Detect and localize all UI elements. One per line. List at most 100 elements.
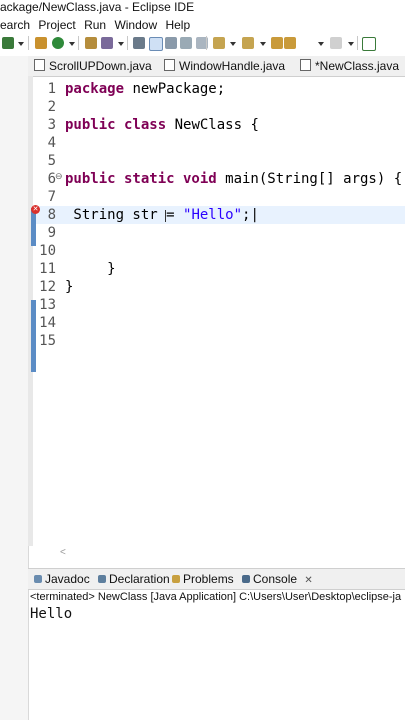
javadoc-icon (34, 575, 42, 583)
code-token: public static void (65, 171, 217, 187)
editor-tab-bar: ScrollUPDown.java WindowHandle.java *New… (28, 56, 405, 77)
line-number: 5 (47, 153, 56, 169)
code-line[interactable]: 7 (28, 188, 405, 206)
tab-problems[interactable]: Problems (172, 569, 234, 589)
search-icon[interactable] (133, 37, 145, 49)
code-line[interactable]: 2 (28, 98, 405, 116)
last-edit-icon[interactable] (271, 37, 283, 49)
window-title: ackage/NewClass.java - Eclipse IDE (0, 0, 195, 14)
menu-bar: earch Project Run Window Help (0, 18, 195, 34)
code-line[interactable]: 15 (28, 332, 405, 350)
menu-search[interactable]: earch (0, 18, 30, 32)
chevron-down-icon[interactable] (118, 42, 124, 46)
mouse-ibeam-cursor (165, 210, 166, 222)
line-number: 12 (39, 279, 56, 295)
line-number: 1 (47, 81, 56, 97)
code-token: } (65, 261, 116, 277)
chevron-down-icon[interactable] (348, 42, 354, 46)
toolbar-separator (78, 36, 79, 50)
tab-javadoc[interactable]: Javadoc (34, 569, 90, 589)
toolbar (0, 34, 405, 54)
line-code: } (65, 278, 73, 296)
line-number: 10 (39, 243, 56, 259)
console-icon (242, 575, 250, 583)
code-editor[interactable]: 1 package newPackage; 2 3 public class NewCl… (28, 76, 405, 546)
chevron-down-icon[interactable] (318, 42, 324, 46)
change-marker (31, 300, 36, 372)
line-number: 15 (39, 333, 56, 349)
toggle-block-icon[interactable] (165, 37, 177, 49)
line-number: 13 (39, 297, 56, 313)
code-line[interactable]: 12} (28, 278, 405, 296)
problems-icon (172, 575, 180, 583)
tab-console[interactable]: Console ✕ (242, 569, 313, 589)
toolbar-separator (28, 36, 29, 50)
code-token: ;| (242, 207, 259, 223)
java-file-icon (300, 59, 311, 71)
code-token: main(String[] args) { (216, 171, 403, 187)
toolbar-separator (206, 36, 207, 50)
line-code: public static void main(String[] args) { (65, 170, 402, 188)
code-line[interactable]: 14 (28, 314, 405, 332)
chevron-down-icon[interactable] (18, 42, 24, 46)
line-code: String str = "Hello";| (65, 206, 259, 224)
code-line[interactable]: 11 } (28, 260, 405, 278)
back-icon[interactable] (284, 37, 296, 49)
code-line[interactable]: 4 (28, 134, 405, 152)
tab-newclass[interactable]: *NewClass.java ✕ (300, 56, 405, 76)
code-line[interactable]: 3 public class NewClass { (28, 116, 405, 134)
line-number: 3 (47, 117, 56, 133)
code-token: NewClass { (166, 117, 259, 133)
next-annotation-icon[interactable] (213, 37, 225, 49)
toolbar-separator (357, 36, 358, 50)
code-token: newPackage; (124, 81, 226, 97)
previous-annotation-icon[interactable] (242, 37, 254, 49)
console-output[interactable]: Hello (30, 606, 72, 622)
tab-windowhandle[interactable]: WindowHandle.java (164, 56, 285, 76)
java-file-icon (164, 59, 175, 71)
chevron-down-icon[interactable] (260, 42, 266, 46)
code-line[interactable]: 1 package newPackage; (28, 80, 405, 98)
code-line[interactable]: 6 public static void main(String[] args) … (28, 170, 405, 188)
line-number: 2 (47, 99, 56, 115)
open-perspective-icon[interactable] (362, 37, 376, 51)
wand-icon[interactable] (101, 37, 113, 49)
menu-project[interactable]: Project (38, 18, 75, 32)
line-code: package newPackage; (65, 80, 225, 98)
declaration-icon (98, 575, 106, 583)
line-number: 14 (39, 315, 56, 331)
bottom-panel-tabs: Javadoc Declaration Problems Console ✕ (28, 568, 405, 590)
left-trim-strip (0, 56, 29, 720)
code-line[interactable]: 13 (28, 296, 405, 314)
menu-window[interactable]: Window (114, 18, 157, 32)
close-icon[interactable]: ✕ (304, 575, 312, 586)
code-token: } (65, 279, 74, 295)
menu-run[interactable]: Run (84, 18, 106, 32)
change-marker (31, 226, 36, 246)
line-number: 4 (47, 135, 56, 151)
scroll-left-arrow[interactable]: < (60, 547, 66, 558)
mark-occurrences-icon[interactable] (149, 37, 163, 51)
chevron-down-icon[interactable] (230, 42, 236, 46)
toolbar-separator (127, 36, 128, 50)
tab-declaration[interactable]: Declaration (98, 569, 170, 589)
chevron-down-icon[interactable] (69, 42, 75, 46)
console-status: <terminated> NewClass [Java Application]… (30, 591, 402, 603)
menu-help[interactable]: Help (165, 18, 190, 32)
code-line[interactable]: 10 (28, 242, 405, 260)
forward-icon[interactable] (330, 37, 342, 49)
code-line[interactable]: 8 String str = "Hello";| (28, 206, 405, 224)
overview-ruler (28, 76, 36, 546)
debug-icon[interactable] (52, 37, 64, 49)
open-folder-icon[interactable] (85, 37, 97, 49)
code-token: package (65, 81, 125, 97)
code-line[interactable]: 9 (28, 224, 405, 242)
line-number: 7 (47, 189, 56, 205)
tab-scrollupdown[interactable]: ScrollUPDown.java (34, 56, 152, 76)
toggle-word-wrap-icon[interactable] (180, 37, 192, 49)
error-icon[interactable]: ✕ (31, 205, 40, 214)
build-icon[interactable] (35, 37, 47, 49)
fold-collapse-icon[interactable]: ⊖ (55, 171, 63, 182)
code-line[interactable]: 5 (28, 152, 405, 170)
new-wizard-icon[interactable] (2, 37, 14, 49)
